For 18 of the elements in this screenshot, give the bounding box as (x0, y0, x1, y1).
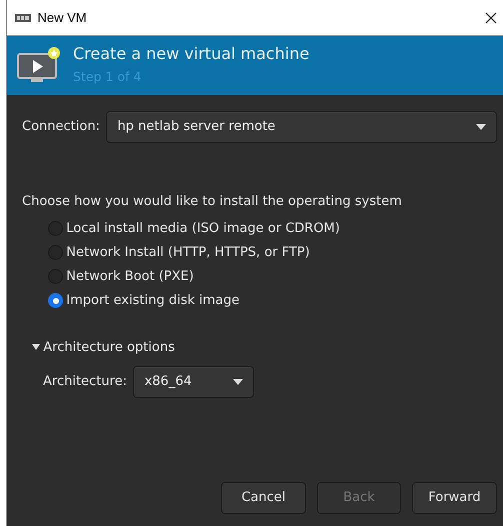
expander[interactable]: Architecture options (32, 338, 497, 357)
dialog-button[interactable]: Cancel (221, 482, 306, 514)
radio-label[interactable]: Import existing disk image (66, 290, 240, 310)
close-icon[interactable] (485, 12, 497, 24)
radio-label[interactable]: Local install media (ISO image or CDROM) (66, 218, 340, 238)
radio-button[interactable] (48, 293, 63, 308)
dialog-title: Create a new virtual machine (73, 44, 310, 64)
connection-dropdown[interactable]: hp netlab server remote (106, 111, 497, 143)
architecture-dropdown[interactable]: x86_64 (133, 366, 254, 398)
connection-label: Connection: (22, 118, 100, 136)
radio-label[interactable]: Network Boot (PXE) (66, 266, 194, 286)
dialog-button[interactable]: Forward (412, 482, 497, 514)
architecture-label: Architecture: (43, 373, 127, 392)
radio-label[interactable]: Network Install (HTTP, HTTPS, or FTP) (66, 242, 310, 262)
install-prompt: Choose how you would like to install the operating system (22, 193, 403, 211)
vm-icon (15, 12, 31, 22)
window-title: New VM (38, 8, 88, 27)
caret-icon (32, 344, 40, 350)
